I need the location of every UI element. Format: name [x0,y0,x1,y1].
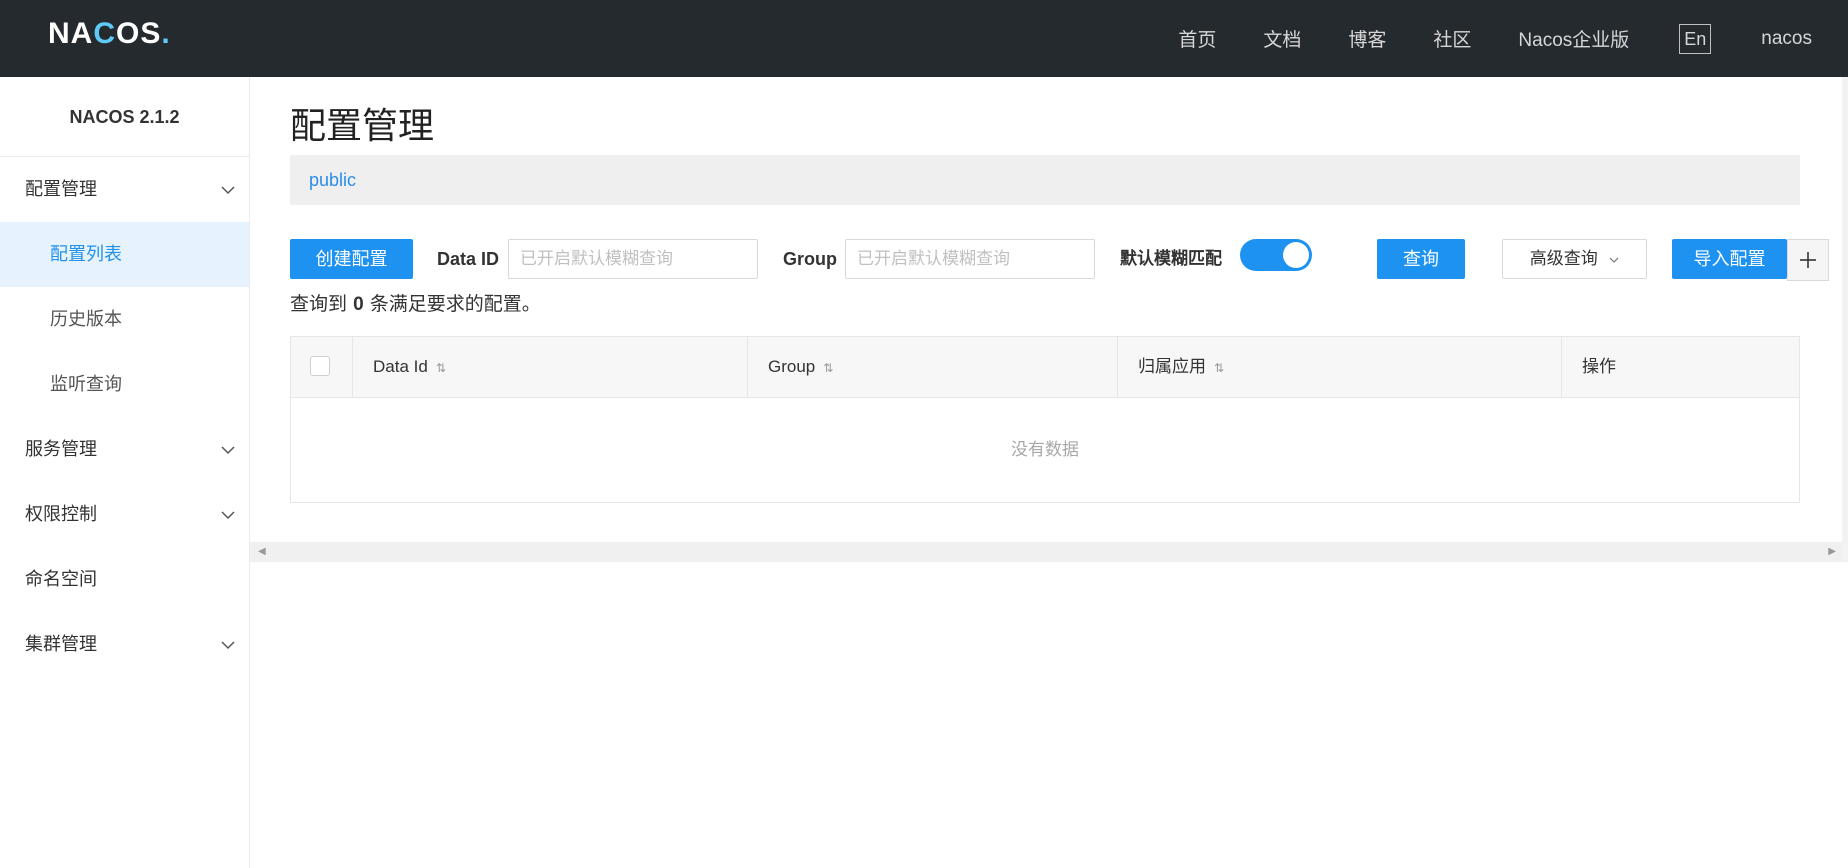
nav-home[interactable]: 首页 [1178,25,1216,52]
column-header-label: 归属应用 [1138,357,1206,376]
column-header-group[interactable]: Group ⇅ [748,337,1118,397]
empty-state-text: 没有数据 [1011,440,1079,460]
chevron-down-icon [1609,249,1619,269]
sort-icon[interactable]: ⇅ [823,361,833,375]
sidebar-group-namespace[interactable]: 命名空间 [0,547,249,612]
version-label: NACOS 2.1.2 [0,77,249,157]
sidebar-group-label: 配置管理 [25,179,97,200]
group-input[interactable] [845,239,1095,279]
sort-icon[interactable]: ⇅ [1214,361,1224,375]
import-config-button[interactable]: 导入配置 [1672,239,1787,279]
fuzzy-match-switch[interactable] [1240,239,1312,271]
config-table: Data Id ⇅ Group ⇅ 归属应用 ⇅ 操作 没有数据 [290,336,1800,503]
plus-icon[interactable] [1787,239,1829,281]
data-id-label: Data ID [437,249,500,269]
user-menu[interactable]: nacos [1761,28,1812,50]
chevron-down-icon [221,157,235,222]
column-header-label: Data Id [373,357,428,376]
page-title: 配置管理 [290,106,435,147]
group-label: Group [783,249,837,269]
nav-enterprise[interactable]: Nacos企业版 [1518,25,1629,52]
query-button[interactable]: 查询 [1377,239,1465,279]
sidebar-group-label: 服务管理 [25,439,97,460]
result-count-text: 查询到 0 条满足要求的配置。 [290,289,541,316]
logo-text-part1: NA [48,17,94,50]
horizontal-scrollbar[interactable]: ◀ ▶ [250,542,1848,562]
advanced-query-button[interactable]: 高级查询 [1502,239,1647,279]
scroll-left-icon[interactable]: ◀ [258,546,266,557]
data-id-input[interactable] [508,239,758,279]
sort-icon[interactable]: ⇅ [436,361,446,375]
logo-text-part3: OS [116,17,162,50]
sidebar-group-auth[interactable]: 权限控制 [0,482,249,547]
sidebar-group-label: 权限控制 [25,504,97,525]
nav-docs[interactable]: 文档 [1263,25,1301,52]
create-config-button[interactable]: 创建配置 [290,239,413,279]
sidebar-item-config-list[interactable]: 配置列表 [0,222,249,287]
chevron-down-icon [221,482,235,547]
sidebar-group-config[interactable]: 配置管理 [0,157,249,222]
logo-text-part2: C [93,17,117,50]
namespace-bar: public [290,155,1800,205]
vertical-scrollbar[interactable] [1842,77,1848,562]
column-header-data-id[interactable]: Data Id ⇅ [353,337,748,397]
sidebar-item-history[interactable]: 历史版本 [0,287,249,352]
result-suffix: 条满足要求的配置。 [369,293,541,315]
select-all-cell [291,337,353,397]
sidebar-group-label: 集群管理 [25,634,97,655]
sidebar-group-service[interactable]: 服务管理 [0,417,249,482]
nav-blog[interactable]: 博客 [1348,25,1386,52]
advanced-query-label: 高级查询 [1529,249,1598,269]
top-nav: 首页 文档 博客 社区 Nacos企业版 En nacos [1131,0,1812,77]
chevron-down-icon [221,417,235,482]
main-content: 配置管理 public 创建配置 Data ID Group 默认模糊匹配 查询… [250,77,1848,868]
sidebar-group-label: 命名空间 [25,569,97,590]
namespace-link-public[interactable]: public [309,170,356,190]
result-count: 0 [353,294,364,315]
switch-knob [1283,242,1309,268]
column-header-label: 操作 [1582,357,1616,376]
sidebar-item-listener[interactable]: 监听查询 [0,352,249,417]
fuzzy-match-label: 默认模糊匹配 [1120,249,1222,269]
search-toolbar: 创建配置 Data ID Group 默认模糊匹配 查询 高级查询 导入配置 [290,239,1829,281]
chevron-down-icon [221,612,235,677]
column-header-label: Group [768,357,816,376]
nav-community[interactable]: 社区 [1433,25,1471,52]
sidebar-group-cluster[interactable]: 集群管理 [0,612,249,677]
column-header-app[interactable]: 归属应用 ⇅ [1118,337,1562,397]
logo-dot: . [161,17,171,50]
sidebar: NACOS 2.1.2 配置管理 配置列表 历史版本 监听查询 服务管理 权限控… [0,77,250,868]
result-prefix: 查询到 [290,293,348,315]
language-toggle-button[interactable]: En [1679,23,1712,54]
nacos-logo[interactable]: NA C OS. [48,18,171,50]
table-header: Data Id ⇅ Group ⇅ 归属应用 ⇅ 操作 [291,337,1799,398]
scroll-right-icon[interactable]: ▶ [1828,546,1836,557]
select-all-checkbox[interactable] [310,356,330,376]
top-header: NA C OS. 首页 文档 博客 社区 Nacos企业版 En nacos [0,0,1848,77]
column-header-actions: 操作 [1562,337,1799,397]
